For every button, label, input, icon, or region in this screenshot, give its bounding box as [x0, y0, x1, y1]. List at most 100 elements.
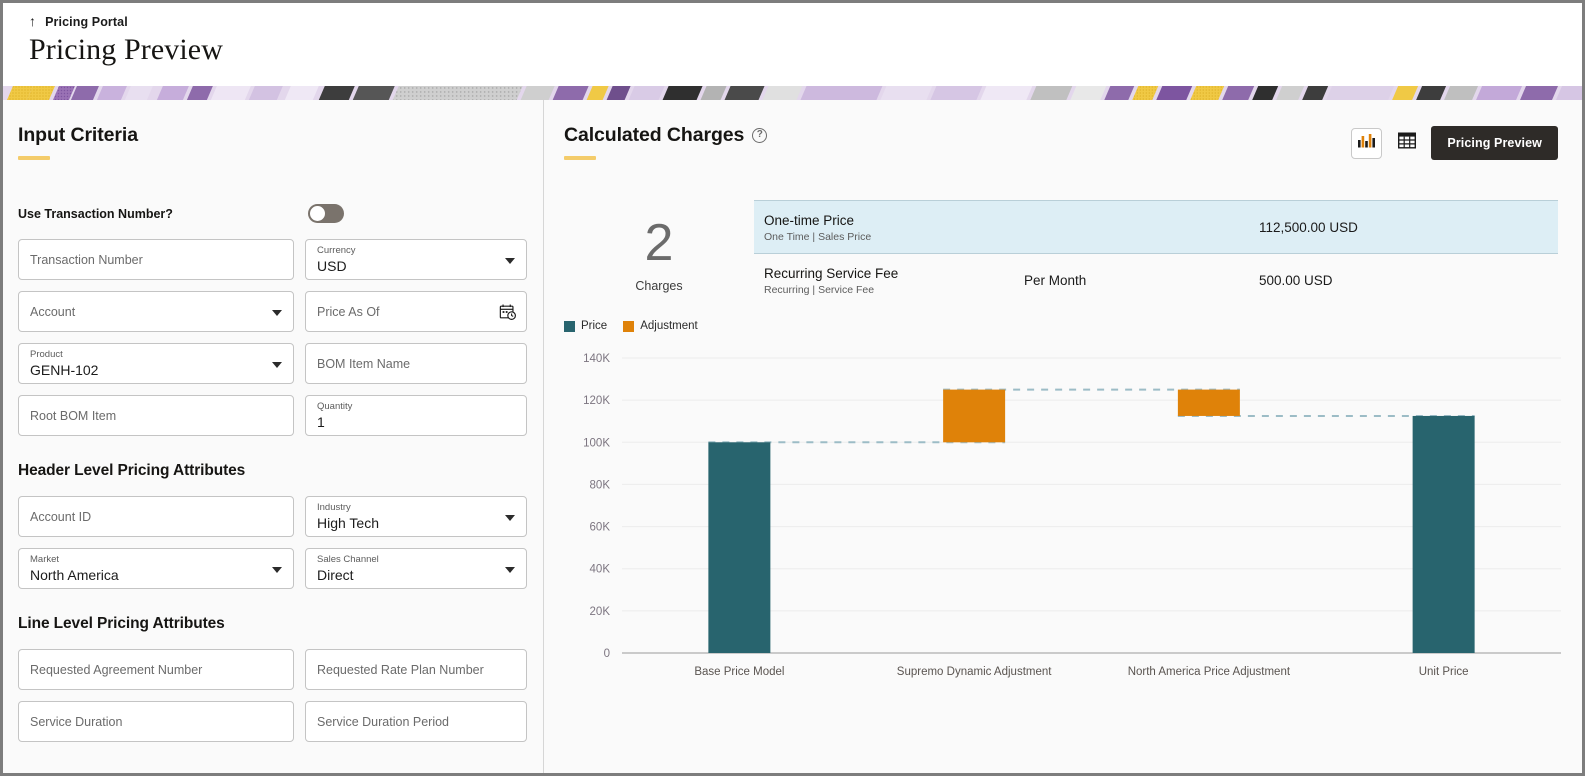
- field-label: Market: [30, 554, 60, 565]
- chevron-down-icon[interactable]: [505, 257, 515, 264]
- field-placeholder: Requested Rate Plan Number: [317, 662, 484, 677]
- legend-swatch-adjustment: [623, 320, 635, 332]
- calculated-charges-title: Calculated Charges: [564, 124, 745, 146]
- field-service-duration[interactable]: Service Duration: [18, 701, 294, 742]
- field-value: 1: [317, 414, 325, 430]
- chevron-down-icon[interactable]: [505, 566, 515, 573]
- x-axis-tick-label: Unit Price: [1419, 666, 1469, 678]
- charge-period: Per Month: [1024, 272, 1087, 288]
- charges-list: One-time Price One Time | Sales Price 11…: [754, 200, 1582, 306]
- field-transaction-number[interactable]: Transaction Number: [18, 239, 294, 280]
- waterfall-chart[interactable]: 0 20K 40K 60K 80K 100K 120K 140K Base Price Mode…: [544, 340, 1582, 700]
- field-placeholder: Service Duration Period: [317, 714, 450, 729]
- header-attrs-heading-wrap: Header Level Pricing Attributes: [3, 462, 543, 480]
- input-criteria-panel: Input Criteria Use Transaction Number? T…: [3, 100, 544, 773]
- x-axis-tick-label: North America Price Adjustment: [1128, 666, 1291, 678]
- y-axis-tick-label: 80K: [590, 479, 611, 491]
- pricing-preview-button[interactable]: Pricing Preview: [1431, 126, 1558, 160]
- page-header: ↑ Pricing Portal Pricing Preview: [3, 3, 1582, 86]
- field-placeholder: Requested Agreement Number: [30, 662, 203, 677]
- line-attrs-grid: Requested Agreement Number Requested Rat…: [3, 649, 543, 742]
- x-axis-tick-label: Supremo Dynamic Adjustment: [897, 666, 1052, 678]
- field-account[interactable]: Account: [18, 291, 294, 332]
- field-sales-channel[interactable]: Sales Channel Direct: [305, 548, 527, 589]
- y-axis-tick-label: 140K: [583, 353, 610, 365]
- field-value: Direct: [317, 567, 354, 583]
- header-attrs-grid: Account ID Industry High Tech Market Nor…: [3, 496, 543, 589]
- calendar-clock-icon[interactable]: [499, 303, 517, 321]
- breadcrumb-label[interactable]: Pricing Portal: [45, 15, 128, 29]
- field-product[interactable]: Product GENH-102: [18, 343, 294, 384]
- field-price-as-of[interactable]: Price As Of: [305, 291, 527, 332]
- field-label: Product: [30, 349, 63, 360]
- charge-title: Recurring Service Fee: [764, 265, 899, 281]
- field-value: GENH-102: [30, 362, 99, 378]
- legend-swatch-price: [564, 320, 575, 332]
- help-icon[interactable]: ?: [752, 128, 768, 143]
- charge-count-number: 2: [644, 214, 674, 272]
- field-requested-rate-plan-number[interactable]: Requested Rate Plan Number: [305, 649, 527, 690]
- up-arrow-icon[interactable]: ↑: [29, 14, 36, 28]
- chevron-down-icon[interactable]: [272, 361, 282, 368]
- line-attrs-heading-wrap: Line Level Pricing Attributes: [3, 615, 543, 633]
- pricing-preview-app: ↑ Pricing Portal Pricing Preview Input C…: [0, 0, 1585, 776]
- charge-row[interactable]: Recurring Service Fee Recurring | Servic…: [754, 253, 1558, 306]
- legend-item-price[interactable]: Price: [564, 320, 607, 332]
- charge-subtitle: One Time | Sales Price: [764, 230, 872, 243]
- y-axis-tick-label: 40K: [590, 564, 611, 576]
- charge-row[interactable]: One-time Price One Time | Sales Price 11…: [754, 200, 1558, 253]
- table-view-button[interactable]: [1391, 127, 1423, 159]
- field-value: High Tech: [317, 515, 380, 531]
- field-requested-agreement-number[interactable]: Requested Agreement Number: [18, 649, 294, 690]
- charge-amount: 500.00 USD: [1259, 272, 1333, 288]
- charge-count-block: 2 Charges: [564, 200, 754, 306]
- field-account-id[interactable]: Account ID: [18, 496, 294, 537]
- field-value: North America: [30, 567, 119, 583]
- y-axis-tick-label: 20K: [590, 606, 611, 618]
- field-placeholder: Transaction Number: [30, 252, 143, 267]
- toggle-knob: [310, 206, 325, 221]
- field-market[interactable]: Market North America: [18, 548, 294, 589]
- legend-label: Adjustment: [640, 320, 698, 332]
- input-criteria-title: Input Criteria: [18, 124, 138, 146]
- field-currency[interactable]: Currency USD: [305, 239, 527, 280]
- chevron-down-icon[interactable]: [272, 566, 282, 573]
- field-placeholder: Account: [30, 304, 76, 319]
- field-label: Sales Channel: [317, 554, 379, 565]
- chart-bar[interactable]: [1412, 415, 1475, 653]
- field-placeholder: Account ID: [30, 509, 92, 524]
- use-transaction-number-label: Use Transaction Number?: [18, 206, 173, 221]
- field-root-bom-item[interactable]: Root BOM Item: [18, 395, 294, 436]
- input-criteria-heading-wrap: Input Criteria: [3, 124, 543, 160]
- field-label: Currency: [317, 245, 356, 256]
- charge-name-block: Recurring Service Fee Recurring | Servic…: [764, 265, 1024, 296]
- calculated-charges-title-row: Calculated Charges ?: [564, 124, 1351, 147]
- chart-view-button[interactable]: [1351, 127, 1383, 159]
- chart-bar[interactable]: [943, 389, 1006, 443]
- chevron-down-icon[interactable]: [505, 514, 515, 521]
- chart-bar[interactable]: [708, 442, 771, 653]
- header-level-pricing-attributes-title: Header Level Pricing Attributes: [18, 462, 246, 479]
- field-service-duration-period[interactable]: Service Duration Period: [305, 701, 527, 742]
- field-placeholder: Service Duration: [30, 714, 123, 729]
- chevron-down-icon[interactable]: [272, 309, 282, 316]
- field-bom-item-name[interactable]: BOM Item Name: [305, 343, 527, 384]
- breadcrumb[interactable]: ↑ Pricing Portal: [29, 14, 1582, 29]
- legend-item-adjustment[interactable]: Adjustment: [623, 320, 698, 332]
- field-placeholder: Root BOM Item: [30, 408, 117, 423]
- use-transaction-number-toggle[interactable]: [308, 204, 344, 223]
- chart-legend: Price Adjustment: [556, 320, 1582, 332]
- title-underline: [564, 156, 596, 160]
- page-body: Input Criteria Use Transaction Number? T…: [3, 100, 1582, 773]
- chart-bar[interactable]: [1177, 389, 1240, 416]
- field-value: USD: [317, 258, 347, 274]
- field-placeholder: Price As Of: [317, 304, 380, 319]
- field-quantity[interactable]: Quantity 1: [305, 395, 527, 436]
- legend-label: Price: [581, 320, 608, 332]
- charge-count-label: Charges: [635, 279, 683, 293]
- table-grid-icon: [1397, 132, 1416, 154]
- charge-subtitle: Recurring | Service Fee: [764, 283, 875, 296]
- y-axis-tick-label: 100K: [583, 437, 610, 449]
- field-industry[interactable]: Industry High Tech: [305, 496, 527, 537]
- bar-chart-icon: [1357, 132, 1376, 154]
